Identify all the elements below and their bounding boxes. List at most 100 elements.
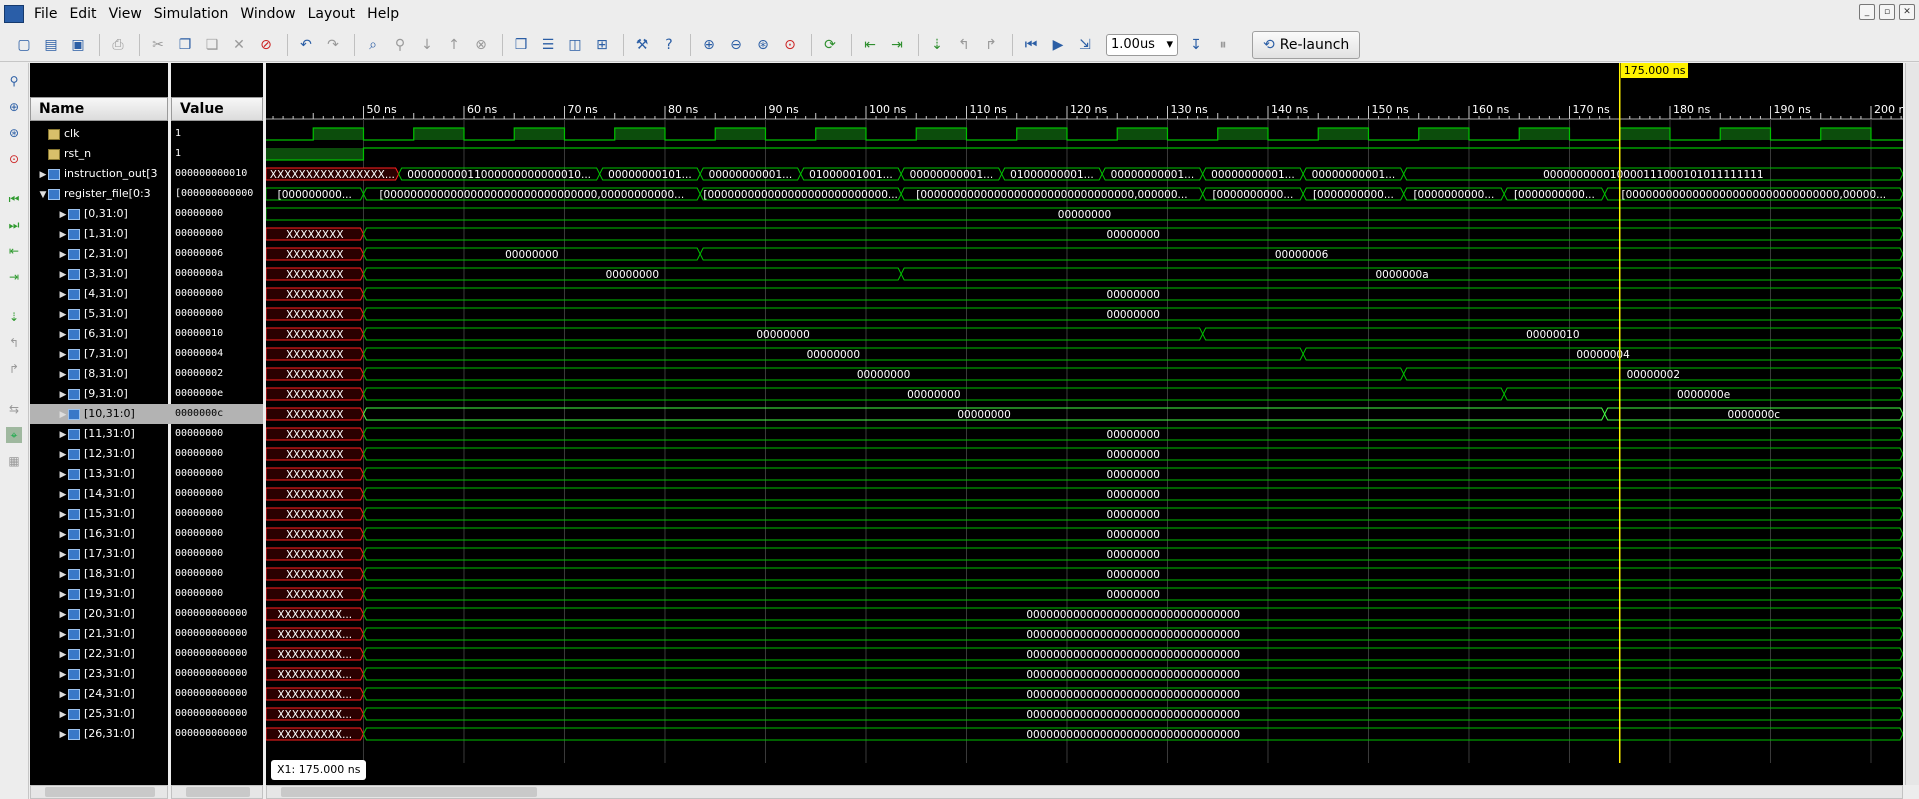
swap-cursors-icon[interactable]: ⇆: [6, 401, 22, 417]
chevron-right-icon[interactable]: ▶: [58, 425, 68, 444]
cut-icon[interactable]: ✂: [146, 33, 170, 57]
add-marker-icon[interactable]: ⇣: [925, 33, 949, 57]
restore-icon[interactable]: ▫: [1879, 4, 1895, 20]
snap-to-transition-icon[interactable]: ⌖: [6, 427, 22, 443]
next-transition-icon[interactable]: ⇥: [6, 269, 22, 285]
menu-view[interactable]: View: [103, 0, 148, 28]
chevron-right-icon[interactable]: ▶: [58, 685, 68, 704]
next-marker-side-icon[interactable]: ↱: [6, 361, 22, 377]
chevron-right-icon[interactable]: ▶: [58, 485, 68, 504]
menu-edit[interactable]: Edit: [63, 0, 102, 28]
stop-icon[interactable]: ⊘: [254, 33, 278, 57]
chevron-right-icon[interactable]: ▶: [58, 445, 68, 464]
print-icon[interactable]: ⎙: [106, 33, 130, 57]
waveform-canvas[interactable]: 50 ns 60 ns 70 ns 80 ns 90 ns 100 ns 110 ns 120…: [266, 63, 1903, 785]
go-to-start-side-icon[interactable]: ⏮: [6, 191, 22, 207]
chevron-right-icon[interactable]: ▶: [58, 385, 68, 404]
chevron-right-icon[interactable]: ▶: [58, 205, 68, 224]
chevron-right-icon[interactable]: ▶: [58, 545, 68, 564]
scroll-thumb[interactable]: [186, 787, 250, 797]
signal-row[interactable]: rst_n: [30, 144, 176, 164]
zoom-out-icon[interactable]: ⊖: [724, 33, 748, 57]
open-folder-icon[interactable]: ▤: [39, 33, 63, 57]
relaunch-button[interactable]: ⟲ Re-launch: [1252, 30, 1361, 59]
chevron-right-icon[interactable]: ▶: [58, 225, 68, 244]
waveform-pane[interactable]: 50 ns 60 ns 70 ns 80 ns 90 ns 100 ns 110 ns 120…: [266, 63, 1903, 785]
close-icon[interactable]: ✕: [1899, 4, 1915, 20]
chevron-right-icon[interactable]: ▶: [58, 725, 68, 744]
context-help-icon[interactable]: ?: [657, 33, 681, 57]
zoom-in-side-icon[interactable]: ⊕: [6, 99, 22, 115]
zoom-fit-icon[interactable]: ⊛: [751, 33, 775, 57]
menu-simulation[interactable]: Simulation: [148, 0, 235, 28]
layout-columns-icon[interactable]: ◫: [563, 33, 587, 57]
arrow-up-icon[interactable]: ↑: [442, 33, 466, 57]
add-marker-side-icon[interactable]: ⇣: [6, 309, 22, 325]
menu-layout[interactable]: Layout: [302, 0, 362, 28]
name-column-header[interactable]: Name: [30, 97, 168, 121]
run-icon[interactable]: ▶: [1046, 33, 1070, 57]
prev-marker-icon[interactable]: ↰: [952, 33, 976, 57]
chevron-right-icon[interactable]: ▶: [58, 465, 68, 484]
copy-icon[interactable]: ❐: [173, 33, 197, 57]
scroll-thumb[interactable]: [281, 787, 537, 797]
waveform-vertical-scrollbar[interactable]: [1905, 63, 1919, 785]
chevron-right-icon[interactable]: ▶: [58, 665, 68, 684]
chevron-right-icon[interactable]: ▶: [58, 365, 68, 384]
find-icon[interactable]: ⌕: [361, 33, 385, 57]
zoom-cursor-side-icon[interactable]: ⊙: [6, 151, 22, 167]
layout-cascade-icon[interactable]: ❒: [509, 33, 533, 57]
chevron-down-icon[interactable]: ▼: [38, 185, 48, 204]
chevron-right-icon[interactable]: ▶: [58, 565, 68, 584]
chevron-right-icon[interactable]: ▶: [58, 325, 68, 344]
clear-icon[interactable]: ⊗: [469, 33, 493, 57]
chevron-right-icon[interactable]: ▶: [58, 645, 68, 664]
run-duration-select[interactable]: 1.00us ▾: [1106, 33, 1178, 56]
layout-rows-icon[interactable]: ☰: [536, 33, 560, 57]
run-for-icon[interactable]: ⇲: [1073, 33, 1097, 57]
chevron-right-icon[interactable]: ▶: [58, 585, 68, 604]
signal-row[interactable]: ▶ instruction_out[3: [30, 164, 176, 184]
go-to-end-side-icon[interactable]: ⏭: [6, 217, 22, 233]
name-pane-scrollbar[interactable]: [30, 785, 168, 799]
chevron-right-icon[interactable]: ▶: [58, 245, 68, 264]
minimize-icon[interactable]: _: [1859, 4, 1875, 20]
chevron-right-icon[interactable]: ▶: [58, 605, 68, 624]
chevron-right-icon[interactable]: ▶: [58, 305, 68, 324]
save-icon[interactable]: ▣: [66, 33, 90, 57]
signal-row[interactable]: clk: [30, 124, 176, 144]
paste-icon[interactable]: ❏: [200, 33, 224, 57]
chevron-right-icon[interactable]: ▶: [58, 265, 68, 284]
chevron-right-icon[interactable]: ▶: [58, 705, 68, 724]
restart-icon[interactable]: ⏮: [1019, 33, 1043, 57]
floating-ruler-icon[interactable]: ▦: [6, 453, 22, 469]
scroll-thumb[interactable]: [45, 787, 155, 797]
prev-transition-icon[interactable]: ⇤: [6, 243, 22, 259]
signal-row[interactable]: ▼ register_file[0:3: [30, 184, 176, 204]
waveform-horizontal-scrollbar[interactable]: [266, 785, 1903, 799]
wrench-icon[interactable]: ⚒: [630, 33, 654, 57]
arrow-down-icon[interactable]: ↓: [415, 33, 439, 57]
refresh-icon[interactable]: ⟳: [818, 33, 842, 57]
pause-icon[interactable]: ⏸: [1211, 33, 1235, 57]
redo-icon[interactable]: ↷: [321, 33, 345, 57]
menu-window[interactable]: Window: [234, 0, 301, 28]
chevron-right-icon[interactable]: ▶: [58, 345, 68, 364]
value-column-header[interactable]: Value: [171, 97, 263, 121]
chevron-right-icon[interactable]: ▶: [58, 525, 68, 544]
zoom-in-icon[interactable]: ⊕: [697, 33, 721, 57]
zoom-fit-side-icon[interactable]: ⊛: [6, 125, 22, 141]
step-icon[interactable]: ↧: [1184, 33, 1208, 57]
new-file-icon[interactable]: ▢: [12, 33, 36, 57]
next-marker-icon[interactable]: ↱: [979, 33, 1003, 57]
go-to-start-icon[interactable]: ⇤: [858, 33, 882, 57]
chevron-right-icon[interactable]: ▶: [58, 405, 68, 424]
chevron-right-icon[interactable]: ▶: [58, 505, 68, 524]
layout-tile-icon[interactable]: ⊞: [590, 33, 614, 57]
menu-file[interactable]: File: [28, 0, 63, 28]
go-to-end-icon[interactable]: ⇥: [885, 33, 909, 57]
prev-marker-side-icon[interactable]: ↰: [6, 335, 22, 351]
pin-icon[interactable]: ⚲: [6, 73, 22, 89]
chevron-right-icon[interactable]: ▶: [38, 165, 48, 184]
menu-help[interactable]: Help: [361, 0, 405, 28]
